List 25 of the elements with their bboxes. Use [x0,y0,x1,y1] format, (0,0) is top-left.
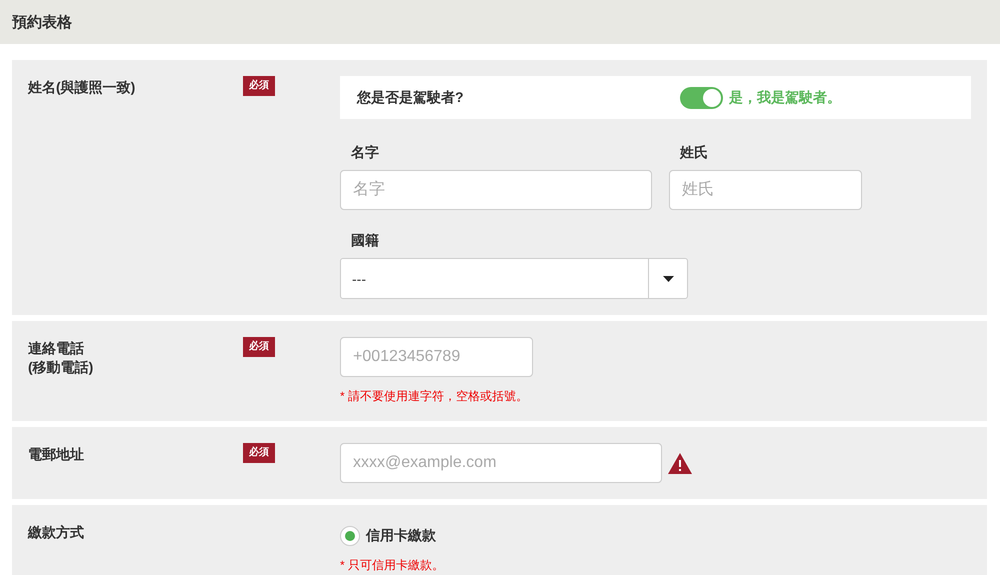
driver-toggle[interactable] [680,86,723,108]
driver-question: 您是否是駕駛者? [357,88,465,106]
note-text: * 請不要使用連字符，空格或括號。 [340,388,530,405]
field-label: (移動電話) [28,358,94,377]
caret-icon [662,276,674,282]
radio-button[interactable] [340,526,360,546]
field-label: 名字 [351,144,380,162]
form-title: 預約表格 [12,12,72,32]
driver-answer: 是，我是駕駛者。 [729,88,841,106]
field-label: 姓氏 [680,144,709,162]
note-text: * 只可信用卡繳款。 [340,557,446,574]
required-badge: 必須 [243,337,275,357]
field-label: 連絡電話 [28,339,85,358]
last-name-field[interactable]: 姓氏 [669,170,862,210]
field-label: 姓名(與護照一致) [28,78,136,97]
field-label: 繳款方式 [28,523,85,542]
email-field[interactable]: xxxx@example.com [340,443,662,483]
required-badge: 必須 [243,76,275,96]
field-label: 國籍 [351,232,380,250]
required-badge: 必須 [243,443,275,463]
radio-label: 信用卡繳款 [366,527,436,545]
phone-field[interactable]: +00123456789 [340,337,533,377]
field-label: 電郵地址 [28,445,85,464]
nationality-select[interactable]: --- [340,258,688,299]
first-name-field[interactable]: 名字 [340,170,652,210]
